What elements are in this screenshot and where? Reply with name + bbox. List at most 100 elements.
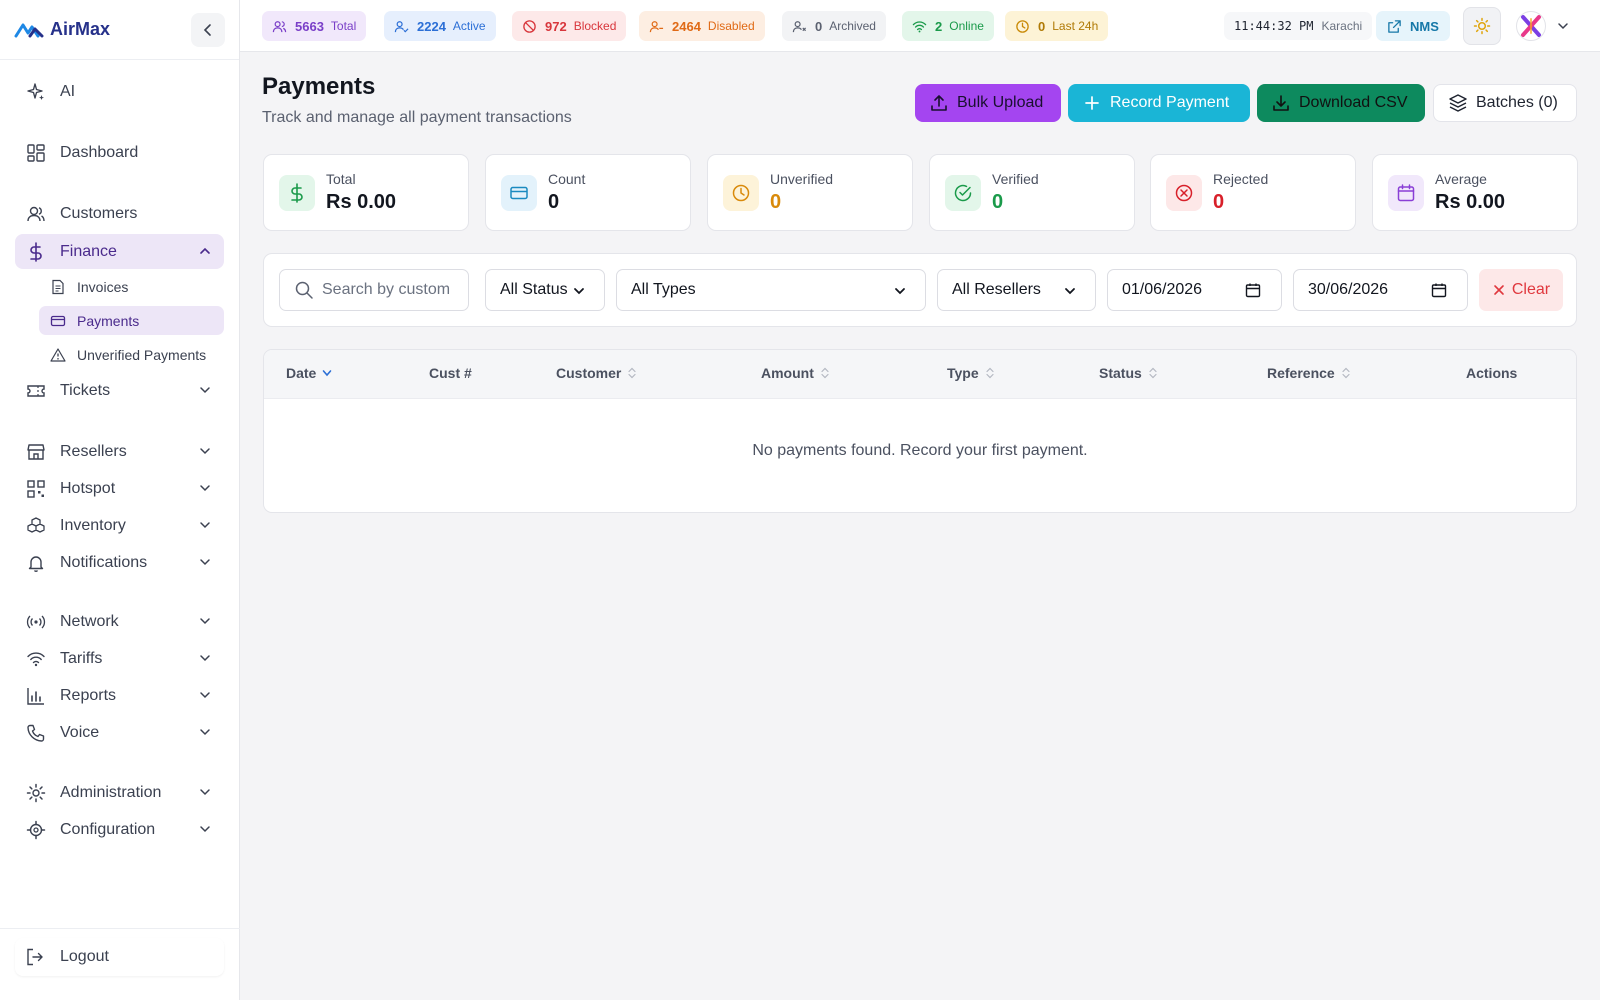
sidebar-item-administration[interactable]: Administration (15, 775, 224, 810)
theme-toggle-button[interactable] (1463, 7, 1501, 45)
sidebar-item-notifications[interactable]: Notifications (15, 545, 224, 580)
column-header-type[interactable]: Type (947, 365, 995, 381)
phone-icon (27, 724, 45, 742)
search-input[interactable]: Search by custom (279, 269, 469, 311)
wifi-icon (912, 20, 927, 32)
collapse-sidebar-button[interactable] (191, 12, 225, 47)
chevron-down-icon (200, 448, 210, 455)
sidebar-subitem-unverified-payments[interactable]: Unverified Payments (39, 340, 224, 369)
layers-icon (1449, 94, 1467, 112)
sidebar-item-resellers[interactable]: Resellers (15, 434, 224, 469)
column-header-cust-number[interactable]: Cust # (429, 365, 472, 381)
record-payment-button[interactable]: Record Payment (1068, 84, 1250, 122)
sidebar-item-customers[interactable]: Customers (15, 196, 224, 231)
sidebar-subitem-invoices[interactable]: Invoices (39, 272, 224, 301)
stat-pill-value: 0 (1038, 18, 1046, 34)
bell-icon (28, 555, 44, 572)
sidebar-item-voice[interactable]: Voice (15, 715, 224, 750)
brand: AirMax (0, 0, 239, 60)
type-select-value: All Types (631, 281, 696, 298)
sidebar-item-tariffs[interactable]: Tariffs (15, 641, 224, 676)
download-csv-label: Download CSV (1299, 94, 1408, 111)
sidebar: AirMax AI Dashboard Customers Finance In… (0, 0, 240, 1000)
sidebar-item-label: Network (60, 612, 119, 630)
sidebar-item-label: Configuration (60, 820, 156, 838)
logout-label: Logout (60, 948, 109, 965)
wifi-icon (27, 651, 45, 666)
sidebar-item-network[interactable]: Network (15, 604, 224, 639)
column-header-label: Cust # (429, 365, 472, 381)
stat-card-verified: Verified 0 (929, 154, 1135, 231)
stat-pill-blocked[interactable]: 972 Blocked (512, 11, 627, 41)
chevron-down-icon (200, 522, 210, 529)
chevron-up-icon (200, 247, 210, 254)
nms-link[interactable]: NMS (1376, 11, 1450, 41)
credit-card-icon (50, 315, 66, 326)
table-header: Date Cust # Customer Amount Type Status … (264, 350, 1576, 399)
sidebar-item-tickets[interactable]: Tickets (15, 373, 224, 408)
sidebar-item-inventory[interactable]: Inventory (15, 508, 224, 543)
stat-pill-archived[interactable]: 0 Archived (782, 11, 886, 41)
credit-card-icon (510, 186, 528, 200)
stat-pill-disabled[interactable]: 2464 Disabled (639, 11, 765, 41)
resellers-select[interactable]: All Resellers (937, 269, 1096, 311)
sidebar-item-reports[interactable]: Reports (15, 678, 224, 713)
column-header-label: Customer (556, 365, 622, 381)
stat-pill-total[interactable]: 5663 Total (262, 11, 367, 41)
sidebar-item-finance[interactable]: Finance (15, 234, 224, 269)
sun-icon (1473, 17, 1491, 35)
user-check-icon (394, 20, 409, 33)
chevron-down-icon (574, 288, 584, 295)
status-select[interactable]: All Status (485, 269, 605, 311)
chevron-down-icon (200, 618, 210, 625)
stat-pill-value: 0 (815, 18, 823, 34)
sidebar-item-dashboard[interactable]: Dashboard (15, 135, 224, 170)
user-menu[interactable] (1516, 10, 1576, 42)
stat-card-value: 0 (1213, 191, 1225, 213)
stat-pill-last-24h[interactable]: 0 Last 24h (1005, 11, 1109, 41)
stat-pill-active[interactable]: 2224 Active (384, 11, 496, 41)
stat-pill-online[interactable]: 2 Online (902, 11, 994, 41)
column-header-customer[interactable]: Customer (556, 365, 637, 381)
bulk-upload-label: Bulk Upload (957, 94, 1044, 111)
sidebar-item-label: Reports (60, 686, 117, 704)
topbar: 5663 Total 2224 Active 972 Blocked 2464 … (240, 0, 1600, 52)
batches-button[interactable]: Batches (0) (1433, 84, 1577, 122)
column-header-reference[interactable]: Reference (1267, 365, 1351, 381)
column-header-status[interactable]: Status (1099, 365, 1158, 381)
column-header-label: Amount (761, 365, 814, 381)
stat-card-value: 0 (992, 191, 1004, 213)
type-select[interactable]: All Types (616, 269, 926, 311)
sidebar-item-ai[interactable]: AI (15, 74, 224, 109)
sort-desc-icon (323, 370, 332, 377)
stat-pill-value: 5663 (295, 18, 324, 34)
sort-icon (821, 367, 829, 379)
logout-button[interactable]: Logout (15, 938, 224, 976)
date-from-input[interactable]: 01/06/2026 (1107, 269, 1282, 311)
clock-icon (1016, 19, 1029, 33)
column-header-label: Date (286, 365, 317, 381)
download-csv-button[interactable]: Download CSV (1257, 84, 1425, 122)
stat-card-rejected: Rejected 0 (1150, 154, 1356, 231)
column-header-date[interactable]: Date (286, 365, 332, 381)
sidebar-item-label: Hotspot (60, 479, 116, 497)
calendar-icon (1431, 283, 1447, 298)
clear-filters-button[interactable]: Clear (1479, 269, 1563, 311)
sidebar-subitem-payments[interactable]: Payments (39, 306, 224, 335)
clock-icon (732, 184, 750, 202)
stat-card-value: 0 (770, 191, 782, 213)
stat-pill-value: 2224 (417, 18, 446, 34)
page-subtitle: Track and manage all payment transaction… (262, 109, 572, 126)
column-header-amount[interactable]: Amount (761, 365, 830, 381)
sidebar-item-configuration[interactable]: Configuration (15, 812, 224, 847)
avatar-logo-icon (1521, 15, 1541, 37)
record-payment-label: Record Payment (1110, 94, 1230, 111)
stat-card-icon (279, 175, 315, 211)
bulk-upload-button[interactable]: Bulk Upload (915, 84, 1061, 122)
stat-card-total: Total Rs 0.00 (263, 154, 469, 231)
sidebar-item-hotspot[interactable]: Hotspot (15, 471, 224, 506)
date-to-input[interactable]: 30/06/2026 (1293, 269, 1468, 311)
stat-pill-label: Archived (829, 19, 876, 33)
external-link-icon (1388, 19, 1401, 33)
chevron-down-icon (200, 692, 210, 699)
